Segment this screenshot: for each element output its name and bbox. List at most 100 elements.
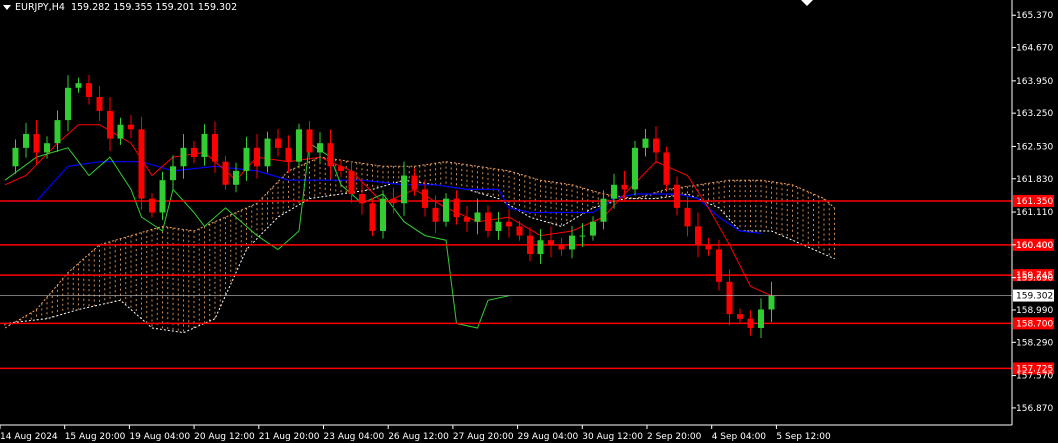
candle-body — [12, 147, 19, 167]
time-tick-label: 2 Sep 20:00 — [647, 432, 702, 442]
candle — [327, 129, 334, 179]
candle-body — [558, 244, 565, 250]
candle — [579, 223, 586, 247]
chart-header: EURJPY,H4 159.282 159.355 159.201 159.30… — [3, 2, 237, 13]
ohlc-values: 159.282 159.355 159.201 159.302 — [70, 2, 238, 13]
ichimoku-lines — [4, 124, 772, 329]
candle-body — [75, 83, 82, 88]
candle-body — [44, 143, 50, 153]
candle — [264, 131, 271, 173]
candle — [506, 209, 512, 238]
candle — [401, 161, 407, 216]
candle-body — [569, 235, 575, 250]
candle — [642, 128, 649, 157]
candle-body — [348, 170, 355, 195]
price-tick-label: 158.290 — [1016, 338, 1053, 348]
time-tick-label: 29 Aug 04:00 — [518, 432, 579, 442]
candles — [12, 74, 775, 338]
candle-body — [485, 212, 491, 231]
candle — [453, 190, 460, 225]
price-tick-label: 159.690 — [1016, 274, 1053, 284]
candle — [275, 128, 281, 157]
candle — [233, 162, 239, 193]
candle — [747, 310, 754, 336]
candle-body — [716, 249, 722, 282]
candle — [527, 227, 533, 262]
time-tick-label: 23 Aug 04:00 — [324, 432, 385, 442]
price-tick-label: 156.870 — [1016, 404, 1053, 414]
candle-body — [359, 194, 365, 204]
candle-body — [632, 147, 638, 190]
candle-body — [212, 133, 218, 162]
candle-body — [170, 166, 176, 181]
candle-body — [737, 314, 743, 319]
candle-body — [380, 198, 386, 231]
axes: 165.370 164.670 163.950 163.250 162.530 161.8… — [0, 0, 1054, 442]
candle — [758, 298, 764, 338]
candle — [695, 212, 701, 258]
candle — [12, 139, 19, 174]
candle — [485, 205, 491, 238]
candle-body — [684, 207, 691, 227]
candle-body — [411, 175, 418, 190]
candle-body — [758, 309, 764, 328]
candle-body — [117, 124, 124, 139]
dropdown-triangle-icon[interactable] — [3, 5, 11, 10]
candle-body — [443, 198, 449, 222]
time-tick-label: 30 Aug 12:00 — [582, 432, 643, 442]
price-tick-label: 163.250 — [1016, 109, 1053, 119]
candle — [212, 121, 218, 173]
candle-body — [527, 235, 533, 255]
price-tick-label: 161.830 — [1016, 175, 1053, 185]
candle — [23, 122, 29, 158]
candle-body — [537, 240, 544, 255]
candle-body — [222, 161, 229, 185]
candle — [369, 197, 376, 236]
candle — [411, 168, 418, 196]
candle — [180, 133, 187, 179]
candle — [737, 308, 743, 324]
current-price-label: 159.302 — [1016, 292, 1053, 302]
candle-body — [254, 147, 260, 167]
horizontal-levels[interactable]: 161.350160.400159.745158.700157.725 — [0, 194, 1054, 375]
candle-body — [96, 97, 103, 111]
candle-body — [86, 83, 92, 98]
candle — [716, 239, 722, 291]
candle — [338, 159, 344, 178]
senkou-span-b — [4, 179, 835, 334]
candle — [170, 155, 176, 191]
candle-body — [243, 147, 250, 171]
candle — [243, 136, 250, 181]
candle — [128, 115, 134, 139]
candle — [191, 140, 197, 164]
candle-body — [369, 203, 376, 231]
candle-body — [611, 184, 617, 199]
price-tick-label: 165.370 — [1016, 11, 1053, 21]
shift-marker-icon[interactable] — [801, 0, 813, 6]
candle-body — [653, 138, 659, 153]
candle-body — [201, 133, 208, 158]
level-price-label: 158.700 — [1016, 319, 1053, 329]
candle-body — [317, 143, 323, 153]
candle-body — [180, 147, 187, 167]
candle — [201, 124, 208, 166]
candle-body — [306, 129, 313, 153]
time-tick-label: 19 Aug 04:00 — [129, 432, 190, 442]
price-tick-label: 164.670 — [1016, 44, 1053, 54]
candle-body — [705, 244, 712, 250]
candle-body — [159, 180, 166, 213]
time-tick-label: 5 Sep 12:00 — [776, 432, 831, 442]
candle-body — [695, 226, 701, 245]
price-chart[interactable]: 161.350160.400159.745158.700157.725 165.… — [0, 0, 1058, 443]
price-tick-label: 160.400 — [1016, 241, 1053, 251]
candle-body — [642, 138, 649, 148]
candle — [359, 181, 365, 215]
time-tick-label: 26 Aug 12:00 — [388, 432, 449, 442]
candle-body — [191, 147, 197, 158]
candle — [296, 123, 302, 167]
candle — [464, 206, 470, 232]
candle — [590, 216, 596, 241]
candle-body — [674, 184, 680, 208]
time-tick-label: 4 Sep 04:00 — [712, 432, 767, 442]
candle — [443, 193, 449, 227]
